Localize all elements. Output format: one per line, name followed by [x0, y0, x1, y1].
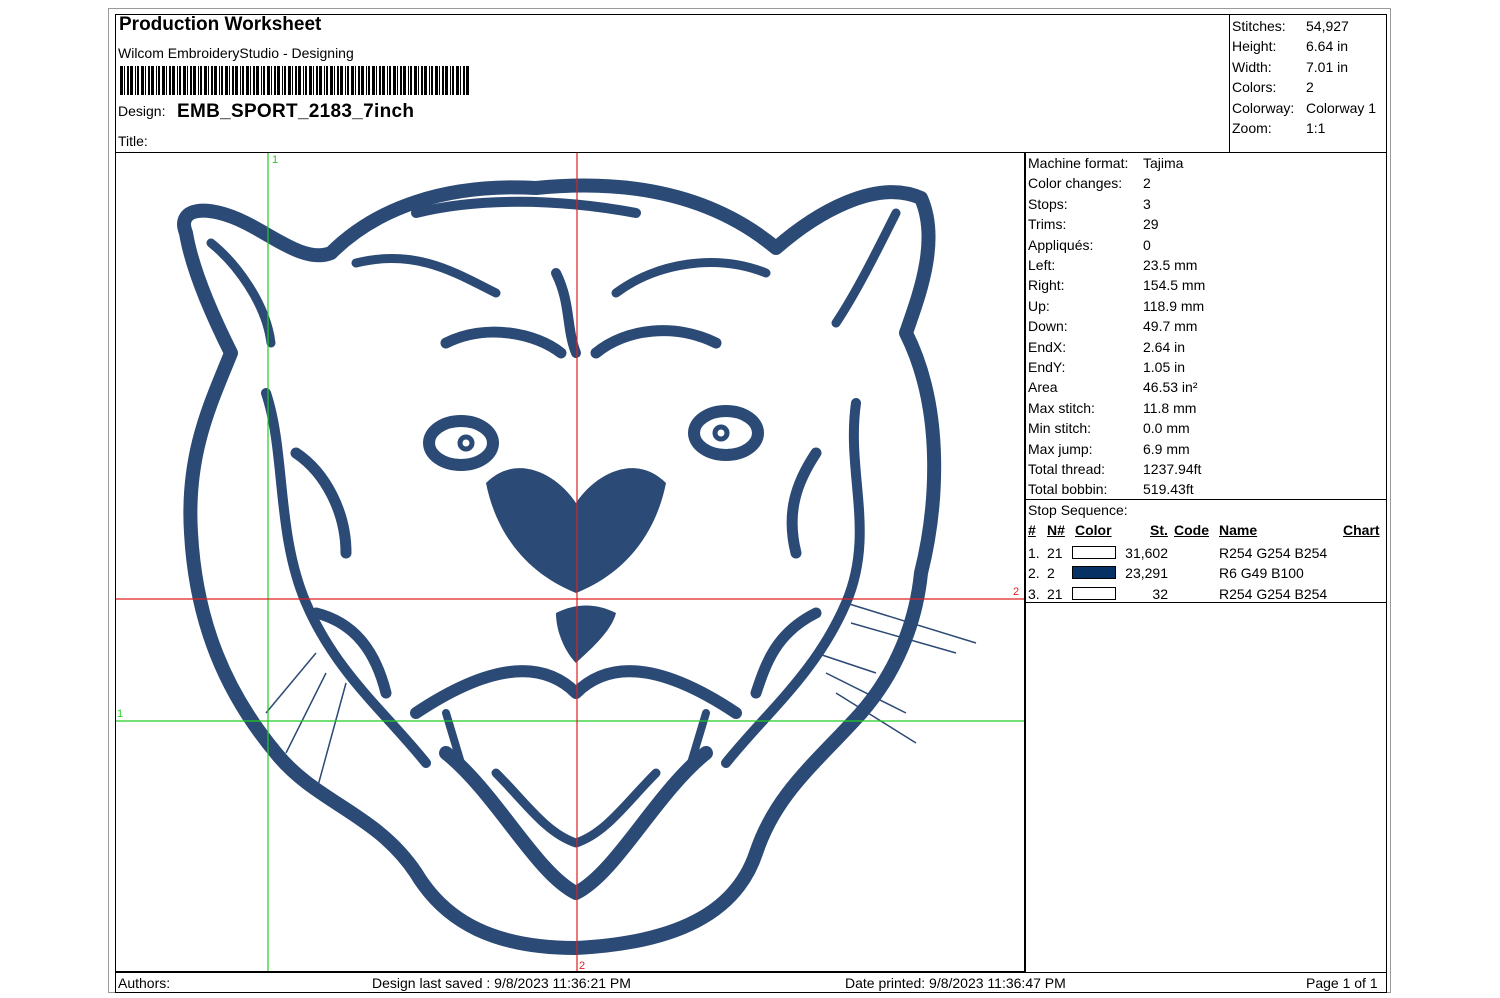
- machine-info-label: Appliqués:: [1028, 236, 1094, 253]
- machine-info-label: Area: [1028, 379, 1058, 396]
- machine-info-value: 118.9 mm: [1143, 297, 1205, 314]
- machine-info-label: Trims:: [1028, 216, 1067, 233]
- machine-info-label: Machine format:: [1028, 155, 1129, 171]
- design-label: Design:: [118, 103, 166, 119]
- machine-info-value: 3: [1143, 195, 1151, 212]
- design-name: EMB_SPORT_2183_7inch: [177, 101, 415, 122]
- software-subtitle: Wilcom EmbroideryStudio - Designing: [118, 45, 354, 61]
- col-chart: Chart: [1343, 522, 1380, 538]
- machine-info-value: 519.43ft: [1143, 481, 1194, 498]
- color-swatch: [1072, 586, 1116, 600]
- machine-info-label: Up:: [1028, 297, 1050, 314]
- title-label: Title:: [118, 133, 148, 149]
- guide-marker-right: 2: [1013, 586, 1020, 598]
- machine-info-value: 29: [1143, 216, 1159, 233]
- col-name: Name: [1219, 522, 1258, 538]
- guide-marker-left: 1: [117, 708, 124, 720]
- color-swatch: [1072, 546, 1116, 559]
- machine-info-value: 1.05 in: [1143, 359, 1186, 375]
- summary-label: Stitches:: [1232, 18, 1286, 34]
- col-code: Code: [1174, 522, 1209, 538]
- color-swatch: [1072, 566, 1116, 580]
- stop-row-stitches: 23,291: [1125, 565, 1168, 582]
- footer-authors: Authors:: [118, 975, 171, 991]
- summary-label: Width:: [1232, 58, 1272, 75]
- summary-label: Colors:: [1232, 79, 1277, 96]
- machine-info-label: Min stitch:: [1028, 420, 1092, 437]
- stop-sequence-label: Stop Sequence:: [1028, 502, 1128, 518]
- machine-info-value: 6.9 mm: [1143, 440, 1190, 457]
- machine-info-label: Color changes:: [1028, 175, 1123, 192]
- machine-info-value: 0.0 mm: [1143, 420, 1190, 437]
- footer-box: [115, 972, 1387, 993]
- summary-value: 6.64 in: [1306, 38, 1349, 55]
- col-stitches: St.: [1150, 522, 1168, 538]
- machine-info-value: Tajima: [1143, 155, 1184, 171]
- machine-info-label: Right:: [1028, 277, 1065, 294]
- machine-info-value: 1237.94ft: [1143, 461, 1202, 477]
- machine-info-label: Down:: [1028, 318, 1068, 335]
- stop-row-name: R6 G49 B100: [1219, 565, 1304, 582]
- stop-row-num: 1.: [1028, 545, 1040, 561]
- summary-label: Zoom:: [1232, 120, 1272, 136]
- footer-saved: Design last saved : 9/8/2023 11:36:21 PM: [372, 975, 631, 991]
- design-canvas: [115, 152, 1025, 972]
- summary-label: Colorway:: [1232, 99, 1295, 116]
- machine-info-value: 49.7 mm: [1143, 318, 1198, 335]
- summary-value: Colorway 1: [1306, 99, 1377, 116]
- machine-info-value: 2.64 in: [1143, 338, 1186, 355]
- notes-box: [1025, 602, 1387, 973]
- machine-info-label: EndY:: [1028, 359, 1066, 375]
- stop-row-needle: 21: [1047, 545, 1063, 561]
- footer-printed: Date printed: 9/8/2023 11:36:47 PM: [845, 975, 1066, 991]
- guide-marker-top: 1: [272, 154, 279, 166]
- page-title: Production Worksheet: [119, 14, 322, 35]
- tiger-fill: [486, 468, 666, 663]
- machine-info-value: 0: [1143, 236, 1151, 253]
- summary-label: Height:: [1232, 38, 1277, 55]
- stop-row-num: 2.: [1028, 565, 1040, 582]
- summary-value: 1:1: [1306, 120, 1326, 136]
- machine-info-label: Max jump:: [1028, 440, 1093, 457]
- stop-row-name: R254 G254 B254: [1219, 545, 1328, 561]
- machine-info-label: Total bobbin:: [1028, 481, 1108, 498]
- summary-value: 54,927: [1306, 18, 1349, 34]
- footer-page: Page 1 of 1: [1306, 975, 1378, 991]
- stop-row-stitches: 31,602: [1125, 545, 1168, 561]
- machine-info-value: 2: [1143, 175, 1151, 192]
- summary-value: 2: [1306, 79, 1314, 96]
- machine-info-label: Max stitch:: [1028, 399, 1095, 416]
- machine-info-label: EndX:: [1028, 338, 1067, 355]
- machine-info-value: 46.53 in²: [1143, 379, 1198, 396]
- col-color: Color: [1075, 522, 1112, 538]
- machine-info-value: 23.5 mm: [1143, 257, 1198, 273]
- col-needle: N#: [1047, 522, 1065, 538]
- machine-info-label: Left:: [1028, 257, 1056, 273]
- machine-info-label: Stops:: [1028, 195, 1068, 212]
- machine-info-value: 154.5 mm: [1143, 277, 1206, 294]
- machine-info-label: Total thread:: [1028, 461, 1106, 477]
- barcode: [120, 66, 472, 95]
- tiger-embroidery-design: [116, 153, 1024, 971]
- machine-info-value: 11.8 mm: [1143, 399, 1197, 416]
- col-num: #: [1028, 522, 1036, 538]
- summary-value: 7.01 in: [1306, 58, 1349, 75]
- stop-row-needle: 2: [1047, 565, 1055, 582]
